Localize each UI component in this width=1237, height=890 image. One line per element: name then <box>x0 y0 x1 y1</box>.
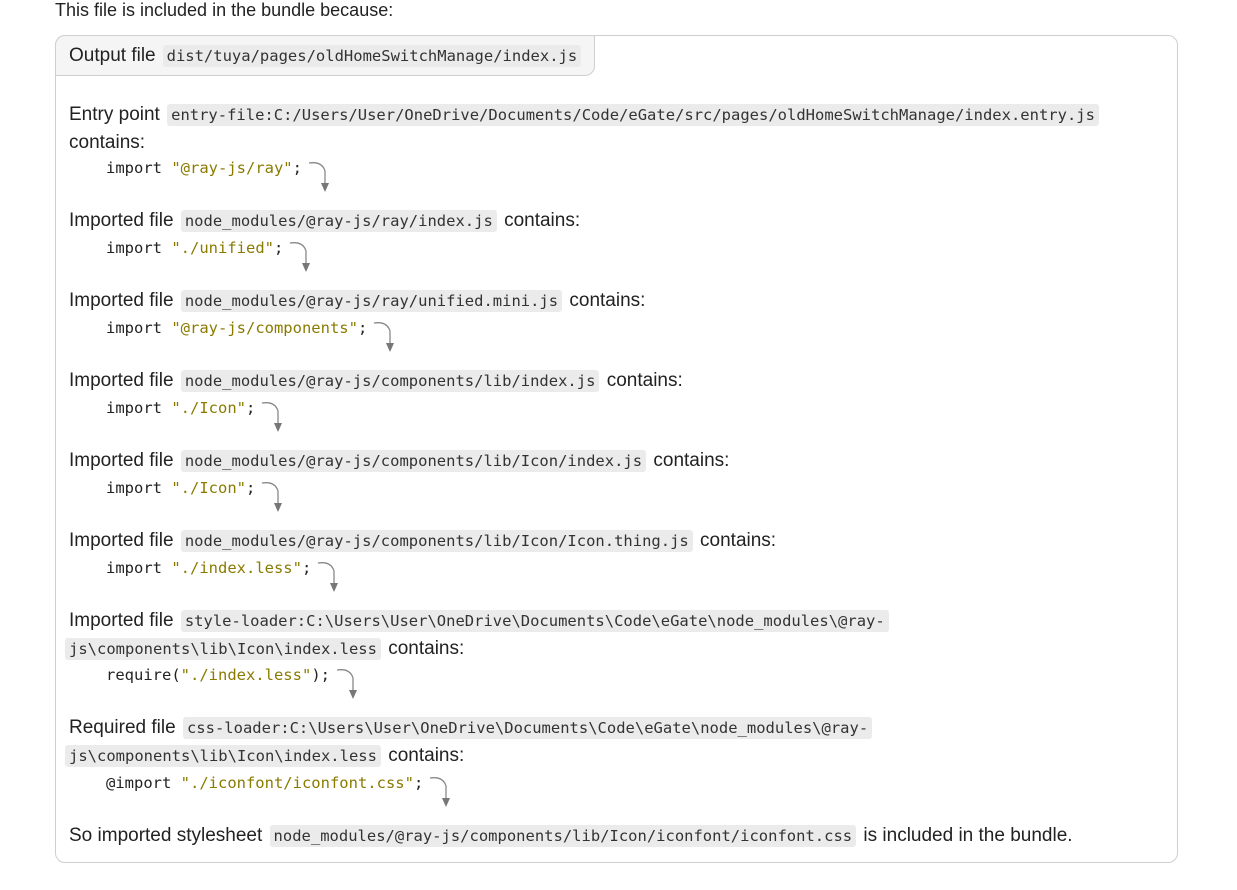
step-path: node_modules/@ray-js/components/lib/Icon… <box>180 450 647 472</box>
import-statement: import "./index.less"; <box>106 558 341 598</box>
curved-arrow-icon <box>374 322 395 352</box>
final-statement: So imported stylesheet node_modules/@ray… <box>69 825 1073 847</box>
step-path: node_modules/@ray-js/components/lib/Icon… <box>180 530 693 552</box>
import-statement: import "./Icon"; <box>106 398 285 438</box>
curved-arrow-icon <box>262 482 283 512</box>
output-file-path: dist/tuya/pages/oldHomeSwitchManage/inde… <box>162 44 582 67</box>
step-path: node_modules/@ray-js/ray/unified.mini.js <box>180 290 563 312</box>
import-statement: @import "./iconfont/iconfont.css"; <box>106 773 453 813</box>
explanation-panel: Output file dist/tuya/pages/oldHomeSwitc… <box>55 35 1178 863</box>
curved-arrow-icon <box>336 669 357 699</box>
final-stylesheet-path: node_modules/@ray-js/components/lib/Icon… <box>269 825 857 847</box>
intro-text: This file is included in the bundle beca… <box>55 0 394 20</box>
output-file-label: Output file <box>69 44 156 66</box>
step-imported-file: Imported file style-loader:C:\Users\User… <box>65 607 891 663</box>
step-suffix: contains: <box>69 132 146 153</box>
step-path-line2: js\components\lib\Icon\index.less <box>65 638 381 660</box>
step-path-line1: css-loader:C:\Users\User\OneDrive\Docume… <box>182 717 873 739</box>
import-statement: import "./Icon"; <box>106 478 285 518</box>
curved-arrow-icon <box>318 562 339 592</box>
step-path: node_modules/@ray-js/components/lib/inde… <box>180 370 600 392</box>
curved-arrow-icon <box>430 777 451 807</box>
step-path: node_modules/@ray-js/ray/index.js <box>180 210 497 232</box>
step-imported-file: Imported file node_modules/@ray-js/ray/u… <box>69 290 646 312</box>
require-statement: require("./index.less"); <box>106 665 360 705</box>
import-statement: import "@ray-js/ray"; <box>106 158 332 198</box>
step-path-line1: style-loader:C:\Users\User\OneDrive\Docu… <box>180 610 889 632</box>
curved-arrow-icon <box>308 162 329 192</box>
step-imported-file: Imported file node_modules/@ray-js/compo… <box>69 530 777 552</box>
step-path-line2: js\components\lib\Icon\index.less <box>65 745 381 767</box>
step-imported-file: Imported file node_modules/@ray-js/ray/i… <box>69 210 581 232</box>
step-required-file: Required file css-loader:C:\Users\User\O… <box>65 714 874 770</box>
import-statement: import "./unified"; <box>106 238 313 278</box>
step-entry-point: Entry point entry-file:C:/Users/User/One… <box>69 101 1164 156</box>
import-statement: import "@ray-js/components"; <box>106 318 397 358</box>
step-path: entry-file:C:/Users/User/OneDrive/Docume… <box>167 104 1099 126</box>
step-imported-file: Imported file node_modules/@ray-js/compo… <box>69 370 683 392</box>
curved-arrow-icon <box>290 242 311 272</box>
curved-arrow-icon <box>262 402 283 432</box>
output-file-header: Output file dist/tuya/pages/oldHomeSwitc… <box>55 35 596 76</box>
step-imported-file: Imported file node_modules/@ray-js/compo… <box>69 450 730 472</box>
bundle-explanation-page: This file is included in the bundle beca… <box>0 0 1237 890</box>
step-prefix: Entry point <box>69 104 160 125</box>
